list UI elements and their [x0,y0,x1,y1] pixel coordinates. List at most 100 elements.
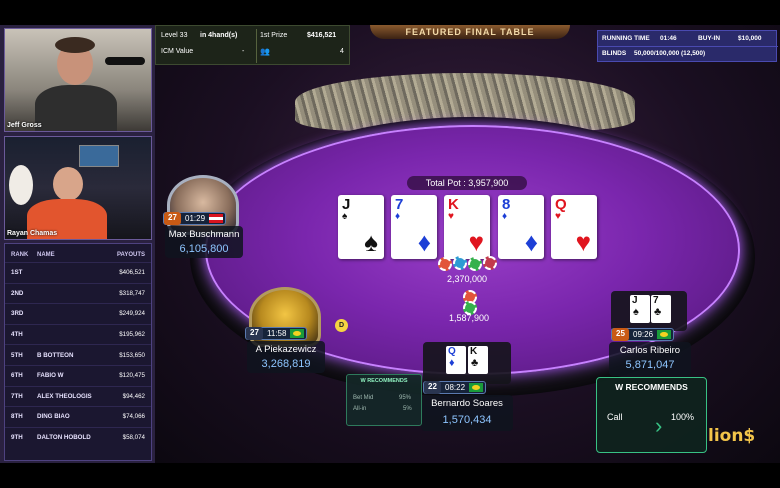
player-timer-carlos: 25 09:26 [611,328,675,341]
payout-cell: $94,462 [122,392,145,400]
buyin-label: BUY-IN [698,35,721,42]
card-suit-large: ♠ [364,227,378,257]
board-card: 7 ♦ ♦ [391,195,437,259]
seat-badge: 25 [612,328,629,341]
players-icon: 👥 [260,47,270,56]
card-suit: ♥ [448,211,454,222]
payout-cell: $249,924 [119,310,145,318]
streamer-name: Jeff Gross [7,122,42,129]
rank-cell: 1ST [11,269,23,277]
chip-stack-icon [438,257,452,271]
icm-label: ICM Value [161,48,194,55]
name-cell: B BOTTEON [37,351,74,359]
card-suit-large: ♥ [468,227,484,257]
clock-panel: RUNNING TIME 01:46 BUY-IN $10,000 BLINDS… [597,30,778,62]
card-rank: Q [555,196,567,213]
running-time-value: 01:46 [660,35,677,42]
seat-badge: 27 [246,327,263,340]
left-sidebar: Jeff Gross Rayan Chamas RANK NAME PAYOUT… [0,25,155,463]
hole-card: 7 ♣ [651,295,671,323]
table-row: 8TH DING BIAO $74,066 [5,406,151,427]
card-suit: ♠ [342,211,348,222]
brazil-flag-icon [290,329,305,338]
streamer-hair [55,37,95,53]
microphone-icon [105,57,145,65]
card-suit: ♦ [449,357,455,369]
plush-toy-icon [9,165,33,205]
table-row: 9TH DALTON HOBOLD $58,074 [5,426,151,448]
rank-cell: 2ND [11,289,24,297]
card-rank: Q [448,346,456,357]
table-row: 2ND $318,747 [5,282,151,304]
board-card: K ♥ ♥ [444,195,490,259]
payout-cell: $318,747 [119,289,145,297]
brand-logo: lion$ [708,426,756,446]
recommend-line2-pct: 5% [403,406,412,412]
payout-cell: $74,066 [122,413,145,421]
rank-cell: 7TH [11,392,23,400]
payouts-header: RANK NAME PAYOUTS [5,244,151,262]
recommend-panel: W RECOMMENDS Call › 100% [596,377,707,453]
card-suit-large: ♦ [524,227,538,257]
card-suit: ♦ [395,211,401,222]
table-row: 5TH B BOTTEON $153,650 [5,344,151,365]
recommend-title: W RECOMMENDS [615,382,688,392]
card-rank: 8 [502,196,511,213]
webcam-jeff: Jeff Gross [4,28,152,132]
timer-value: 01:29 [185,214,206,223]
rank-cell: 6TH [11,372,23,380]
payout-cell: $195,962 [119,331,145,339]
player-card-box-bernardo [423,342,511,384]
player-timer-max: 27 01:29 [163,212,227,225]
board-card: J ♠ ♠ [338,195,384,259]
card-rank: K [470,346,478,357]
recommend-action: Call [607,412,623,422]
card-rank: J [342,196,351,213]
player-stack-bernardo: 1,570,434 [442,414,492,426]
player-name-bernardo: Bernardo Soares [431,398,503,409]
board-card: Q ♥ ♥ [551,195,597,259]
hole-card: Q ♦ [446,346,466,374]
table-row: 4TH $195,962 [5,323,151,345]
board-card: 8 ♦ ♦ [498,195,544,259]
card-rank: 7 [653,295,659,306]
rank-cell: 3RD [11,310,24,318]
hole-card: J ♠ [630,295,650,323]
hands-label: in 4hand(s) [200,32,238,39]
streamer-name: Rayan Chamas [7,230,58,237]
clock-divider [598,46,778,47]
hud-divider [256,29,257,63]
buyin-value: $10,000 [738,35,762,42]
player-name-max: Max Buschmann [168,229,240,240]
recommend-line1-label: Bet Mid [353,395,374,401]
card-suit-large: ♦ [417,227,431,257]
streamer-head [53,167,83,201]
card-suit: ♥ [555,211,561,222]
card-rank: J [632,295,638,306]
player-stack-max: 6,105,800 [179,243,229,255]
dealer-button: D [335,319,348,332]
first-prize-label: 1st Prize [260,32,288,39]
monitor-icon [79,145,119,167]
payout-cell: $120,475 [119,372,145,380]
level-label: Level 33 [161,32,188,39]
payouts-table: RANK NAME PAYOUTS 1ST $406,521 2ND $318,74… [4,243,152,461]
card-suit: ♠ [633,306,639,318]
players-left: 4 [340,48,344,55]
table-row: 1ST $406,521 [5,262,151,283]
player-name-carlos: Carlos Ribeiro [619,345,681,356]
header-name: NAME [37,252,55,258]
table-row: 7TH ALEX THEOLOGIS $94,462 [5,385,151,407]
table-row: 6TH FABIO W $120,475 [5,364,151,386]
payout-cell: $153,650 [119,351,145,359]
name-cell: DALTON HOBOLD [37,434,91,442]
chevron-right-icon: › [655,413,663,438]
austria-flag-icon [209,214,224,223]
main-pot-amount: 2,370,000 [446,274,488,284]
rank-cell: 5TH [11,351,23,359]
running-time-label: RUNNING TIME [602,35,650,42]
icm-value: - [242,48,245,55]
streamer-body [35,85,117,131]
recommend-pct: 100% [671,412,695,422]
header-rank: RANK [11,252,29,258]
